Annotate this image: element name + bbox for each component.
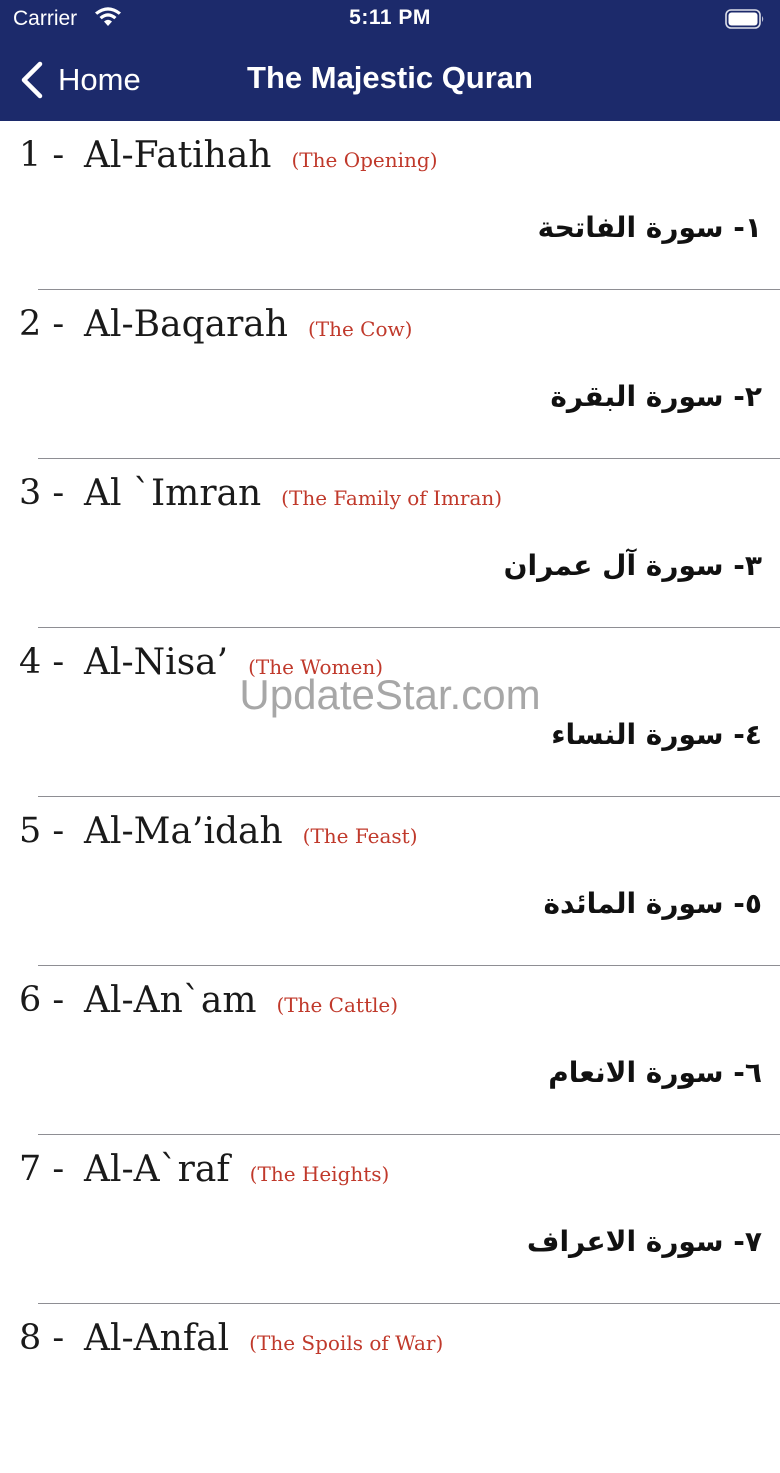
surah-title-group: Al `Imran (The Family of Imran) xyxy=(84,473,502,514)
surah-name: Al-Ma’idah xyxy=(84,811,283,852)
surah-number: 8 - xyxy=(19,1318,65,1358)
surah-number: 6 - xyxy=(19,980,65,1020)
navigation-bar: Home The Majestic Quran xyxy=(0,40,780,121)
surah-name: Al-Nisa’ xyxy=(84,642,229,683)
surah-row-4[interactable]: 4 - Al-Nisa’ (The Women) ٤- سورة النساء xyxy=(0,628,780,797)
surah-name: Al-A`raf xyxy=(84,1149,230,1190)
surah-number: 3 - xyxy=(19,473,65,513)
surah-title-group: Al-Fatihah (The Opening) xyxy=(84,135,438,176)
surah-english-meaning: (The Family of Imran) xyxy=(281,486,503,510)
surah-number: 4 - xyxy=(19,642,65,682)
surah-english-meaning: (The Cattle) xyxy=(276,993,399,1017)
surah-arabic-name: ٥- سورة المائدة xyxy=(543,887,762,920)
surah-row-7[interactable]: 7 - Al-A`raf (The Heights) ٧- سورة الاعر… xyxy=(0,1135,780,1304)
surah-name: Al-Baqarah xyxy=(84,304,288,345)
surah-row-6[interactable]: 6 - Al-An`am (The Cattle) ٦- سورة الانعا… xyxy=(0,966,780,1135)
surah-title-group: Al-A`raf (The Heights) xyxy=(84,1149,389,1190)
surah-arabic-name: ٢- سورة البقرة xyxy=(550,380,762,413)
surah-number: 1 - xyxy=(19,135,65,175)
surah-row-8[interactable]: 8 - Al-Anfal (The Spoils of War) xyxy=(0,1304,780,1473)
surah-english-meaning: (The Spoils of War) xyxy=(249,1331,444,1355)
surah-title-group: Al-An`am (The Cattle) xyxy=(84,980,398,1021)
battery-icon xyxy=(725,9,764,29)
surah-arabic-name: ٣- سورة آل عمران xyxy=(503,549,762,582)
surah-title-group: Al-Nisa’ (The Women) xyxy=(84,642,383,683)
surah-arabic-name: ٤- سورة النساء xyxy=(551,718,762,751)
surah-arabic-name: ٧- سورة الاعراف xyxy=(526,1225,762,1258)
surah-english-meaning: (The Feast) xyxy=(302,824,418,848)
surah-name: Al `Imran xyxy=(84,473,262,514)
status-bar: Carrier 5:11 PM xyxy=(0,0,780,40)
status-time: 5:11 PM xyxy=(349,6,431,29)
surah-english-meaning: (The Opening) xyxy=(291,148,438,172)
surah-english-meaning: (The Cow) xyxy=(307,317,413,341)
surah-arabic-name: ٦- سورة الانعام xyxy=(548,1056,762,1089)
surah-list: 1 - Al-Fatihah (The Opening) ١- سورة الف… xyxy=(0,121,780,1473)
surah-row-5[interactable]: 5 - Al-Ma’idah (The Feast) ٥- سورة المائ… xyxy=(0,797,780,966)
surah-name: Al-Anfal xyxy=(84,1318,230,1359)
surah-number: 5 - xyxy=(19,811,65,851)
surah-row-1[interactable]: 1 - Al-Fatihah (The Opening) ١- سورة الف… xyxy=(0,121,780,290)
app-header: Carrier 5:11 PM Home The Majestic Quran xyxy=(0,0,780,121)
surah-title-group: Al-Anfal (The Spoils of War) xyxy=(84,1318,443,1359)
surah-row-3[interactable]: 3 - Al `Imran (The Family of Imran) ٣- س… xyxy=(0,459,780,628)
surah-number: 2 - xyxy=(19,304,65,344)
surah-row-2[interactable]: 2 - Al-Baqarah (The Cow) ٢- سورة البقرة xyxy=(0,290,780,459)
surah-title-group: Al-Ma’idah (The Feast) xyxy=(84,811,418,852)
surah-name: Al-Fatihah xyxy=(84,135,272,176)
surah-english-meaning: (The Women) xyxy=(248,655,384,679)
surah-name: Al-An`am xyxy=(84,980,257,1021)
surah-arabic-name: ١- سورة الفاتحة xyxy=(537,211,762,244)
surah-number: 7 - xyxy=(19,1149,65,1189)
surah-title-group: Al-Baqarah (The Cow) xyxy=(84,304,412,345)
surah-english-meaning: (The Heights) xyxy=(249,1162,390,1186)
page-title: The Majestic Quran xyxy=(247,60,533,95)
